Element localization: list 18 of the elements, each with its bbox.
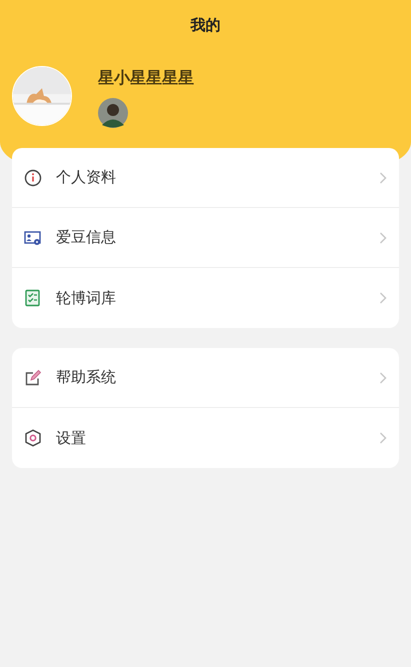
chevron-right-icon (379, 432, 387, 444)
menu-item[interactable]: 轮博词库 (12, 268, 399, 328)
avatar-icon (98, 98, 128, 128)
info-icon (24, 168, 42, 186)
checklist-icon (24, 289, 42, 307)
user-name: 星小星星星星 (98, 67, 194, 89)
chevron-right-icon (379, 292, 387, 304)
page-title: 我的 (189, 15, 222, 36)
menu-item[interactable]: 帮助系统 (12, 348, 399, 408)
chevron-right-icon (379, 372, 387, 384)
edit-icon (24, 368, 42, 386)
id-card-icon (24, 228, 42, 246)
chevron-right-icon (379, 232, 387, 244)
menu-item[interactable]: 爱豆信息 (12, 208, 399, 268)
chevron-right-icon (379, 172, 387, 184)
menu-item[interactable]: 设置 (12, 408, 399, 468)
menu-item[interactable]: 个人资料 (12, 148, 399, 208)
settings-icon (24, 429, 42, 447)
